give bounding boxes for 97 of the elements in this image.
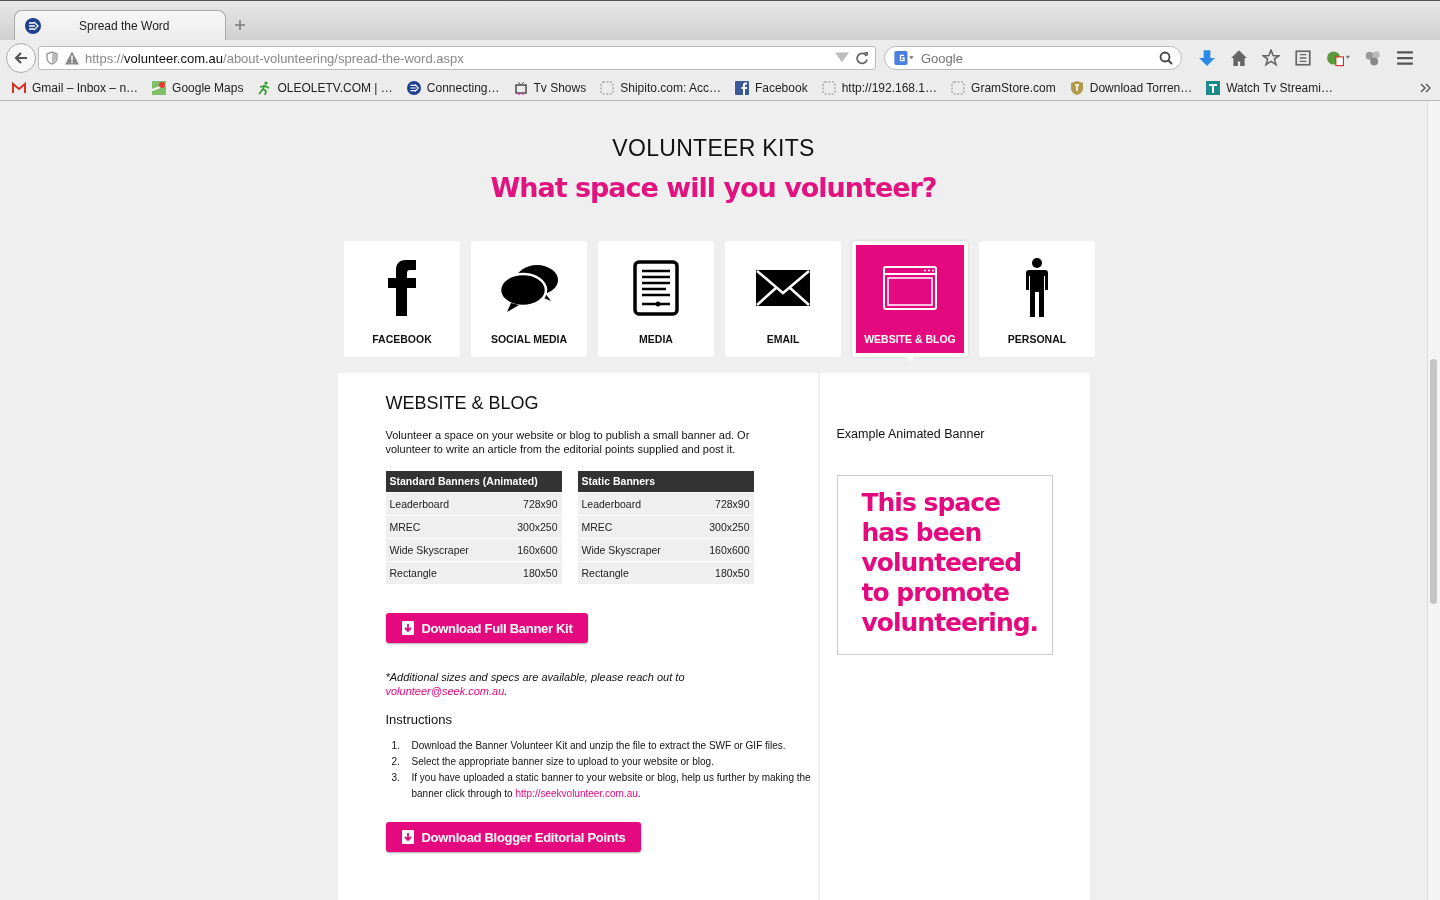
shield-icon — [45, 51, 59, 65]
chevron-icon[interactable] — [1420, 83, 1432, 93]
table-cell: 160x600 — [517, 544, 558, 556]
example-label: Example Animated Banner — [836, 427, 986, 441]
table-cell: MREC — [389, 521, 421, 533]
map-icon — [152, 81, 167, 95]
page-subheading: What space will you volunteer? — [490, 172, 937, 203]
home-icon[interactable] — [1230, 49, 1248, 67]
bookmark-item[interactable]: GramStore.com — [951, 81, 1056, 95]
step-text: Download the Banner Volunteer Kit and unzip the file to extract the SWF or GIF files. — [411, 739, 787, 753]
star-icon[interactable] — [1262, 49, 1280, 67]
table-cell: Rectangle — [581, 567, 629, 579]
table-cell: 728x90 — [715, 498, 750, 510]
table-cell: 728x90 — [523, 498, 558, 510]
table-cell: Wide Skyscraper — [581, 544, 661, 556]
table-cell: 180x50 — [523, 567, 558, 579]
bookmark-item[interactable]: Watch Tv Streami… — [1206, 81, 1333, 95]
mail-icon — [12, 81, 26, 95]
f-logo-icon — [734, 81, 749, 95]
page-icon — [821, 81, 836, 95]
browser-tab[interactable]: Spread the Word — [14, 10, 226, 40]
table-header: Standard Banners (Animated) — [385, 471, 562, 492]
bookmark-item[interactable]: OLEOLETV.COM | … — [257, 81, 393, 95]
banner-text: volunteered — [861, 548, 1023, 578]
runner-icon — [257, 81, 272, 95]
search-icon[interactable] — [1159, 51, 1173, 65]
search-field[interactable]: Google — [884, 46, 1182, 70]
address-bar[interactable]: https://volunteer.com.au/about-volunteering/spread-the-word.aspx — [38, 46, 876, 70]
download-arrow-icon[interactable] — [1198, 49, 1216, 67]
t-square-icon — [1206, 81, 1221, 95]
bookmark-item[interactable]: Facebook — [734, 81, 808, 95]
browser-window-icon — [883, 266, 937, 310]
banner-text: This space — [861, 488, 1001, 518]
table-cell: 180x50 — [715, 567, 750, 579]
circles-icon[interactable] — [1364, 49, 1382, 67]
bookmark-item[interactable]: Tv Shows — [513, 81, 587, 95]
scrollbar-thumb[interactable] — [1430, 359, 1437, 604]
step-number: 2. — [391, 755, 401, 769]
table-cell: MREC — [581, 521, 613, 533]
table-cell: 160x600 — [709, 544, 750, 556]
intro-text: Volunteer a space on your website or blog to publish a small banner ad. Or volunteer to write an article from the editorial points supplied and post it. — [385, 428, 751, 456]
page-icon — [951, 81, 966, 95]
note-text: *Additional sizes and specs are available, please reach out to volunteer@seek.com.au. — [385, 670, 686, 698]
download-icon — [401, 621, 414, 635]
category-tile[interactable]: SOCIAL MEDIA — [471, 241, 587, 357]
table-cell: Leaderboard — [389, 498, 450, 510]
table-header: Static Banners — [577, 471, 754, 492]
table-cell: Leaderboard — [581, 498, 642, 510]
banner-text: has been — [861, 518, 983, 548]
table-cell: 300x250 — [709, 521, 750, 533]
step-text: Select the appropriate banner size to upload to your website or blog. — [411, 755, 715, 769]
category-tile[interactable]: EMAIL — [725, 241, 841, 357]
back-button[interactable] — [6, 43, 36, 73]
download-button[interactable]: Download Full Banner Kit — [385, 613, 589, 643]
url-text: https://volunteer.com.au/about-volunteering/spread-the-word.aspx — [85, 50, 464, 66]
table-cell: Wide Skyscraper — [389, 544, 469, 556]
step-number: 1. — [391, 739, 401, 753]
bookmark-item[interactable]: http://192.168.1… — [821, 81, 938, 95]
envelope-icon — [756, 270, 810, 306]
arrow-circle-icon — [25, 17, 41, 34]
banner-text: volunteering. — [861, 608, 1040, 638]
bookmark-item[interactable]: Download Torren… — [1069, 81, 1193, 95]
arrow-circle-icon — [406, 81, 421, 95]
table-cell: 300x250 — [517, 521, 558, 533]
category-tile[interactable]: MEDIA — [598, 241, 714, 357]
new-tab-icon[interactable] — [234, 19, 246, 31]
bookmark-item[interactable]: Gmail – Inbox – n… — [12, 81, 139, 95]
instructions-heading: Instructions — [385, 712, 453, 727]
back-arrow-icon — [13, 50, 29, 66]
f-logo-icon — [388, 260, 416, 316]
globe-icon[interactable] — [1326, 49, 1350, 67]
step-text: If you have uploaded a static banner to your website or blog, help us further by making the banner click through to http://seekvolunteer.com.au. — [411, 771, 812, 801]
bookmark-item[interactable]: Shipito.com: Acc… — [600, 81, 721, 95]
search-input[interactable]: Google — [919, 49, 1155, 67]
speech-bubbles-icon — [499, 263, 559, 313]
step-number: 3. — [391, 771, 401, 785]
table-cell: Rectangle — [389, 567, 437, 579]
page-heading: VOLUNTEER KITS — [612, 135, 815, 162]
bookmark-item[interactable]: Connecting… — [406, 81, 500, 95]
person-icon — [1026, 258, 1048, 318]
menu-icon[interactable] — [1396, 49, 1414, 67]
category-tile[interactable]: PERSONAL — [979, 241, 1095, 357]
shield-icon — [1069, 81, 1084, 95]
website-link[interactable]: http://seekvolunteer.com.au — [515, 788, 638, 799]
reload-icon[interactable] — [855, 51, 869, 65]
google-g-icon — [893, 51, 915, 65]
banner-text: to promote — [861, 578, 1010, 608]
category-tile[interactable]: FACEBOOK — [344, 241, 460, 357]
tv-icon — [513, 81, 528, 95]
page-icon — [600, 81, 615, 95]
download-icon — [401, 830, 414, 844]
download-button[interactable]: Download Blogger Editorial Points — [385, 822, 642, 852]
bookmark-item[interactable]: Google Maps — [152, 81, 244, 95]
section-title: WEBSITE & BLOG — [385, 393, 540, 414]
warning-icon — [65, 51, 79, 65]
reading-list-icon[interactable] — [1294, 49, 1312, 67]
document-icon — [633, 260, 679, 316]
